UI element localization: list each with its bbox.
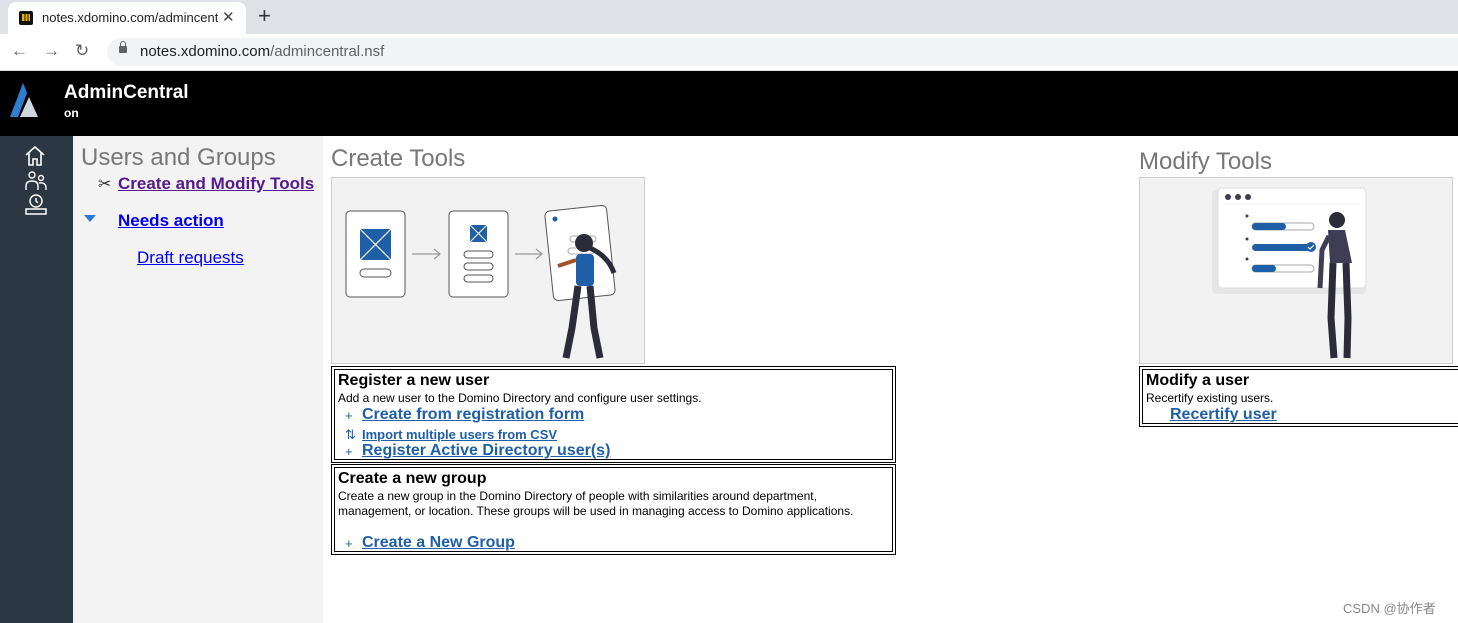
nav-link-create-modify-tools[interactable]: Create and Modify Tools [118,174,314,194]
url-field[interactable]: notes.xdomino.com/admincentral.nsf [107,38,1458,66]
nav-title: Users and Groups [81,144,276,171]
import-csv-link[interactable]: Import multiple users from CSV [362,427,557,442]
modify-tools-illustration [1139,177,1453,364]
create-from-registration-form-link[interactable]: Create from registration form [362,406,584,424]
left-rail [0,136,73,623]
import-icon: ⇅ [345,427,356,442]
tools-icon: ✂ [98,176,112,193]
close-tab-icon[interactable]: ✕ [222,8,235,26]
forward-button[interactable]: → [43,41,60,61]
register-active-directory-link[interactable]: Register Active Directory user(s) [362,442,610,460]
back-button[interactable]: ← [11,41,28,61]
nav-link-needs-action[interactable]: Needs action [118,211,224,231]
nav-panel: Users and Groups ✂ Create and Modify Too… [73,136,323,623]
tab-title: notes.xdomino.com/admincentral.nsf [42,10,218,25]
app-title: AdminCentral [64,82,189,103]
create-group-card: Create a new group Create a new group in… [331,464,896,555]
plus-icon: + [345,408,353,423]
app-header: AdminCentral on [0,71,1458,136]
create-tools-illustration [331,177,645,364]
modify-user-card: Modify a user Recertify existing users. … [1139,366,1458,427]
plus-icon: + [345,444,353,459]
domino-logo-icon [10,83,38,117]
recertify-user-link[interactable]: Recertify user [1170,406,1277,424]
modify-user-title: Modify a user [1146,372,1250,389]
plus-icon: + [345,536,353,551]
site-favicon-icon [19,11,33,25]
browser-tab-bar: notes.xdomino.com/admincentral.nsf ✕ + [0,0,1458,34]
users-icon[interactable] [24,170,48,192]
create-new-group-link[interactable]: Create a New Group [362,534,515,552]
browser-tab[interactable]: notes.xdomino.com/admincentral.nsf ✕ [8,2,246,34]
watermark-text: CSDN @协作者 [1343,601,1436,616]
home-icon[interactable] [24,145,46,167]
new-tab-button[interactable]: + [258,3,271,29]
modify-tools-title: Modify Tools [1139,148,1272,175]
app-subtitle: on [64,106,79,120]
expand-caret-icon[interactable] [84,215,96,222]
register-user-card: Register a new user Add a new user to th… [331,366,896,463]
create-tools-title: Create Tools [331,145,466,172]
create-group-description: Create a new group in the Domino Directo… [338,489,854,518]
lock-icon [119,41,127,53]
address-bar: ← → ↻ notes.xdomino.com/admincentral.nsf [0,34,1458,71]
register-user-description: Add a new user to the Domino Directory a… [338,391,702,405]
history-clock-icon[interactable] [24,192,48,216]
reload-button[interactable]: ↻ [75,41,89,61]
create-group-title: Create a new group [338,470,487,487]
modify-user-description: Recertify existing users. [1146,391,1274,405]
nav-link-draft-requests[interactable]: Draft requests [137,248,244,268]
url-path: /admincentral.nsf [270,43,385,60]
url-host: notes.xdomino.com [140,43,271,60]
register-user-title: Register a new user [338,372,490,389]
